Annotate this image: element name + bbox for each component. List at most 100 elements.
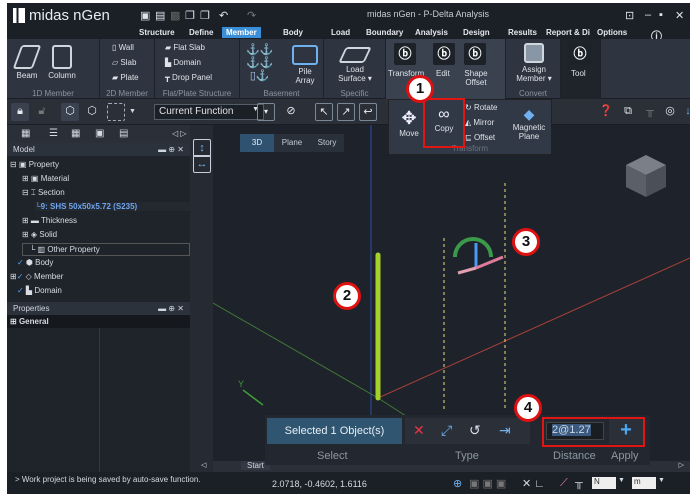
pointer-deselect-icon[interactable]: ↗ (337, 103, 355, 121)
cross-icon[interactable]: ✕ ∟ (522, 477, 545, 490)
move-button[interactable]: ✥ Move (395, 108, 423, 138)
force-unit-select[interactable]: N (592, 477, 616, 489)
shape-offset-icon[interactable]: ⓑ (464, 43, 486, 65)
import-icon[interactable]: ❐ (200, 9, 210, 22)
offset-type-icon[interactable]: ⇥ (499, 422, 511, 439)
query-element-icon[interactable]: ⧉ (619, 103, 637, 121)
mirror-button[interactable]: ◭ Mirror (465, 118, 494, 127)
fit-horizontal-icon[interactable]: ↔ (193, 155, 211, 173)
drop-panel-button[interactable]: ┳ Drop Panel (165, 73, 212, 82)
checkbox-icon[interactable]: ✓ (17, 286, 24, 295)
query-node-icon[interactable]: ❓ (597, 103, 615, 121)
pile-array-button[interactable]: Pile Array (290, 45, 320, 85)
model-tab-icon[interactable]: ▦ (21, 128, 30, 139)
close-icon[interactable]: ✕ (675, 9, 684, 22)
rotate-type-icon[interactable]: ↺ (469, 422, 481, 439)
assign-member-button[interactable]: Assign Member ▾ (514, 43, 554, 83)
dimension-icon[interactable]: ╥ (575, 477, 583, 489)
two-point-icon[interactable]: ⤢ (441, 422, 452, 439)
save-icon[interactable]: ▩ (170, 9, 180, 22)
tree-item-property[interactable]: ⊟ ▣ Property (10, 160, 59, 169)
panel-controls-icon[interactable]: ▬ ⊕ ✕ (158, 304, 184, 313)
tab-results[interactable]: Results (504, 27, 541, 38)
beam-button[interactable]: Beam (12, 45, 42, 80)
magnetic-plane-button[interactable]: ◆ Magnetic Plane (509, 106, 549, 141)
tab-report[interactable]: Report & Di (542, 27, 594, 38)
scroll-left-icon[interactable]: ◁ (201, 461, 206, 469)
point-icon[interactable]: ◎ (661, 103, 679, 121)
line-tool-icon[interactable]: ⟋ (560, 477, 568, 490)
chevron-down-icon[interactable]: ▼ (129, 108, 136, 115)
edit-button[interactable]: Edit (436, 69, 450, 78)
tab-load[interactable]: Load (327, 27, 354, 38)
edit-icon[interactable]: ⓑ (433, 43, 455, 65)
panel-controls-icon[interactable]: ▬ ⊕ ✕ (158, 145, 184, 154)
tab-body[interactable]: Body (279, 27, 307, 38)
view-tab-plane[interactable]: Plane (275, 134, 309, 152)
slab-button[interactable]: ▱ Slab (112, 58, 136, 67)
tree-item-thickness[interactable]: ⊞ ▬ Thickness (22, 216, 77, 225)
tab-member[interactable]: Member (222, 27, 261, 38)
select-button[interactable]: Selected 1 Object(s) (267, 418, 402, 444)
tree-item-other-property[interactable]: └ ▥ Other Property (22, 243, 190, 256)
tree-item-solid[interactable]: ⊞ ◈ Solid (22, 230, 57, 239)
length-unit-select[interactable]: m (632, 477, 656, 489)
query-section-icon[interactable]: ╥ (641, 103, 659, 121)
export-icon[interactable]: ❐ (185, 9, 195, 22)
table-tab-icon[interactable]: ▤ (119, 128, 128, 139)
scroll-tabs-icon[interactable]: ◁ ▷ (172, 129, 187, 138)
select-3d-icon[interactable]: ⬡ (61, 103, 79, 121)
domain-button[interactable]: ▙ Domain (165, 58, 201, 67)
checkbox-icon[interactable]: ✓ (17, 258, 24, 267)
new-file-icon[interactable]: ▣ (140, 9, 150, 22)
properties-general-row[interactable]: ⊞ General (7, 315, 190, 328)
view-tab-story[interactable]: Story (310, 134, 344, 152)
load-surface-button[interactable]: Load Surface ▾ (336, 47, 374, 83)
view-cube-icon[interactable] (626, 155, 666, 197)
pointer-select-icon[interactable]: ↖ (315, 103, 333, 121)
tab-define[interactable]: Define (185, 27, 217, 38)
gizmo-icon[interactable] (453, 237, 504, 275)
arrow-down-icon[interactable]: ↓ (679, 103, 690, 121)
scroll-right-icon[interactable]: ▷ (679, 461, 684, 469)
view-tab-3d[interactable]: 3D (240, 134, 274, 152)
basement-icons[interactable]: ⚓⚓ ⚓⚓ ▯⚓ (246, 43, 273, 82)
tree-item-section[interactable]: ⊟ ⌶ Section (22, 188, 65, 198)
tab-analysis[interactable]: Analysis (411, 27, 452, 38)
select-box-3d-icon[interactable]: ⬡ (83, 103, 101, 121)
column-button[interactable]: Column (47, 45, 77, 80)
snap-grid-icon[interactable]: ▣ ▣ ▣ (469, 477, 506, 490)
work-tab-icon[interactable]: ▦ (71, 128, 80, 139)
tab-boundary[interactable]: Boundary (362, 27, 407, 38)
redo-icon[interactable]: ↷ (247, 9, 256, 22)
tree-item-section-entry[interactable]: └9: SHS 50x50x5.72 (S235) (35, 202, 190, 211)
axis-type-icon[interactable]: ✕ (413, 422, 425, 439)
undo-icon[interactable]: ↶ (219, 9, 228, 22)
tab-design[interactable]: Design (459, 27, 494, 38)
display-tab-icon[interactable]: ▣ (95, 128, 104, 139)
previous-selection-icon[interactable]: ↩ (359, 103, 377, 121)
tool-icon[interactable]: ⓑ (569, 43, 591, 65)
flat-slab-button[interactable]: ▰ Flat Slab (165, 43, 205, 52)
list-tab-icon[interactable]: ☰ (49, 128, 58, 139)
maximize-icon[interactable]: ▪ (659, 9, 663, 21)
snap-icon[interactable]: ⊕ (453, 477, 462, 490)
transform-icon[interactable]: ⓑ (394, 43, 416, 65)
tree-item-body[interactable]: ✓ ⬢ Body (17, 258, 53, 267)
tree-item-domain[interactable]: ✓ ▙ Domain (17, 286, 62, 295)
window-select-icon[interactable] (107, 103, 125, 121)
tab-options[interactable]: Options (593, 27, 631, 38)
open-file-icon[interactable]: ▤ (155, 9, 165, 22)
minimize-icon[interactable]: – (645, 9, 651, 21)
unlock-icon[interactable]: 🔓︎ (33, 103, 51, 121)
rotate-button[interactable]: ↻ Rotate (465, 103, 498, 112)
restore-icon[interactable]: ⊡ (625, 9, 634, 22)
chevron-down-icon[interactable]: ▼ (618, 477, 625, 484)
checkbox-icon[interactable]: ✓ (17, 272, 24, 281)
chevron-down-icon[interactable]: ▼ (658, 477, 665, 484)
lock-icon[interactable]: 🔒︎ (11, 103, 29, 121)
wall-button[interactable]: ▯ Wall (112, 43, 134, 52)
tool-button[interactable]: Tool (571, 69, 586, 78)
shape-offset-button[interactable]: Shape Offset (460, 69, 492, 87)
tree-item-member[interactable]: ⊞✓ ◇ Member (10, 272, 63, 281)
